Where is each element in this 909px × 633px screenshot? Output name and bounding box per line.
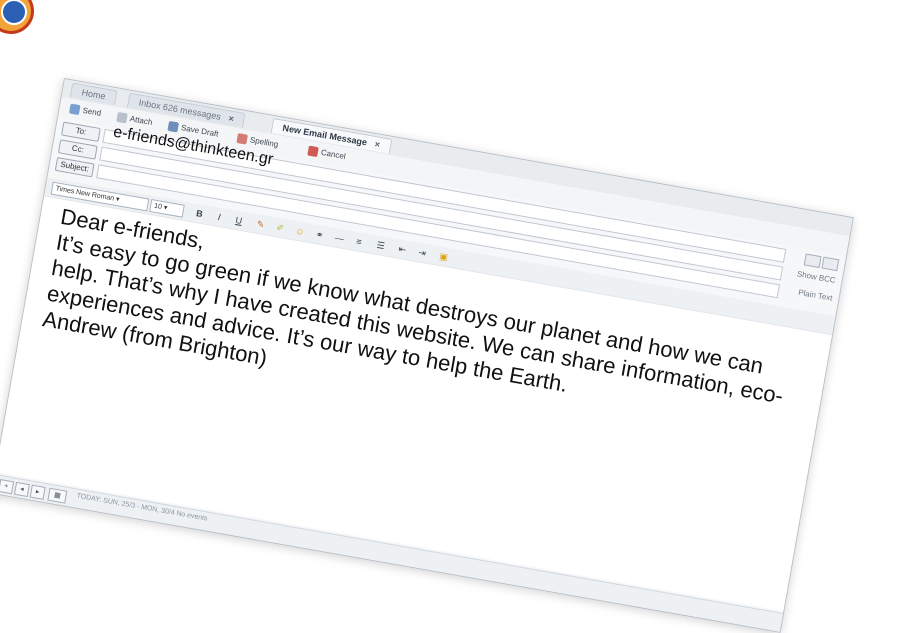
align-icon[interactable]: ≡ [352, 235, 366, 249]
logo-icon [1, 0, 27, 25]
size-value: 10 [153, 202, 163, 211]
smiley-icon[interactable]: ☺ [293, 224, 307, 238]
highlight-icon[interactable]: ✐ [273, 221, 287, 235]
horizontal-rule-icon[interactable]: — [332, 231, 346, 245]
tab-home-label: Home [80, 87, 107, 102]
attach-label: Attach [129, 114, 154, 127]
cancel-label: Cancel [320, 147, 347, 162]
email-window: Home Inbox 626 messages × New Email Messa… [0, 78, 854, 633]
link-icon[interactable]: ⚭ [313, 228, 327, 242]
spellcheck-icon [236, 132, 248, 145]
indent-icon[interactable]: ⇥ [415, 246, 429, 260]
subject-label: Subject: [54, 157, 95, 178]
underline-icon[interactable]: U [232, 214, 246, 228]
expand-button[interactable] [821, 256, 840, 272]
cancel-icon [307, 145, 319, 158]
calendar-icon[interactable]: ▦ [47, 487, 68, 504]
send-label: Send [81, 105, 102, 118]
outdent-icon[interactable]: ⇤ [395, 242, 409, 256]
add-icon[interactable]: + [0, 479, 15, 495]
text-color-icon[interactable]: ✎ [254, 217, 268, 231]
prev-icon[interactable]: ◂ [13, 481, 30, 498]
send-icon [68, 103, 81, 116]
italic-icon[interactable]: I [212, 210, 226, 224]
view-button[interactable] [803, 253, 822, 269]
cc-button[interactable]: Cc: [57, 139, 98, 160]
bold-icon[interactable]: B [193, 207, 207, 221]
next-icon[interactable]: ▸ [29, 484, 46, 500]
to-button[interactable]: To: [60, 121, 101, 142]
close-icon[interactable]: × [374, 139, 381, 150]
send-button[interactable]: Send [68, 102, 103, 121]
image-icon[interactable]: ▣ [437, 250, 451, 264]
paperclip-icon [116, 111, 128, 124]
plain-text-link[interactable]: Plain Text [798, 288, 834, 303]
list-icon[interactable]: ☰ [374, 239, 388, 253]
save-icon [167, 120, 180, 133]
close-icon[interactable]: × [228, 113, 235, 124]
logo-badge [0, 0, 34, 34]
